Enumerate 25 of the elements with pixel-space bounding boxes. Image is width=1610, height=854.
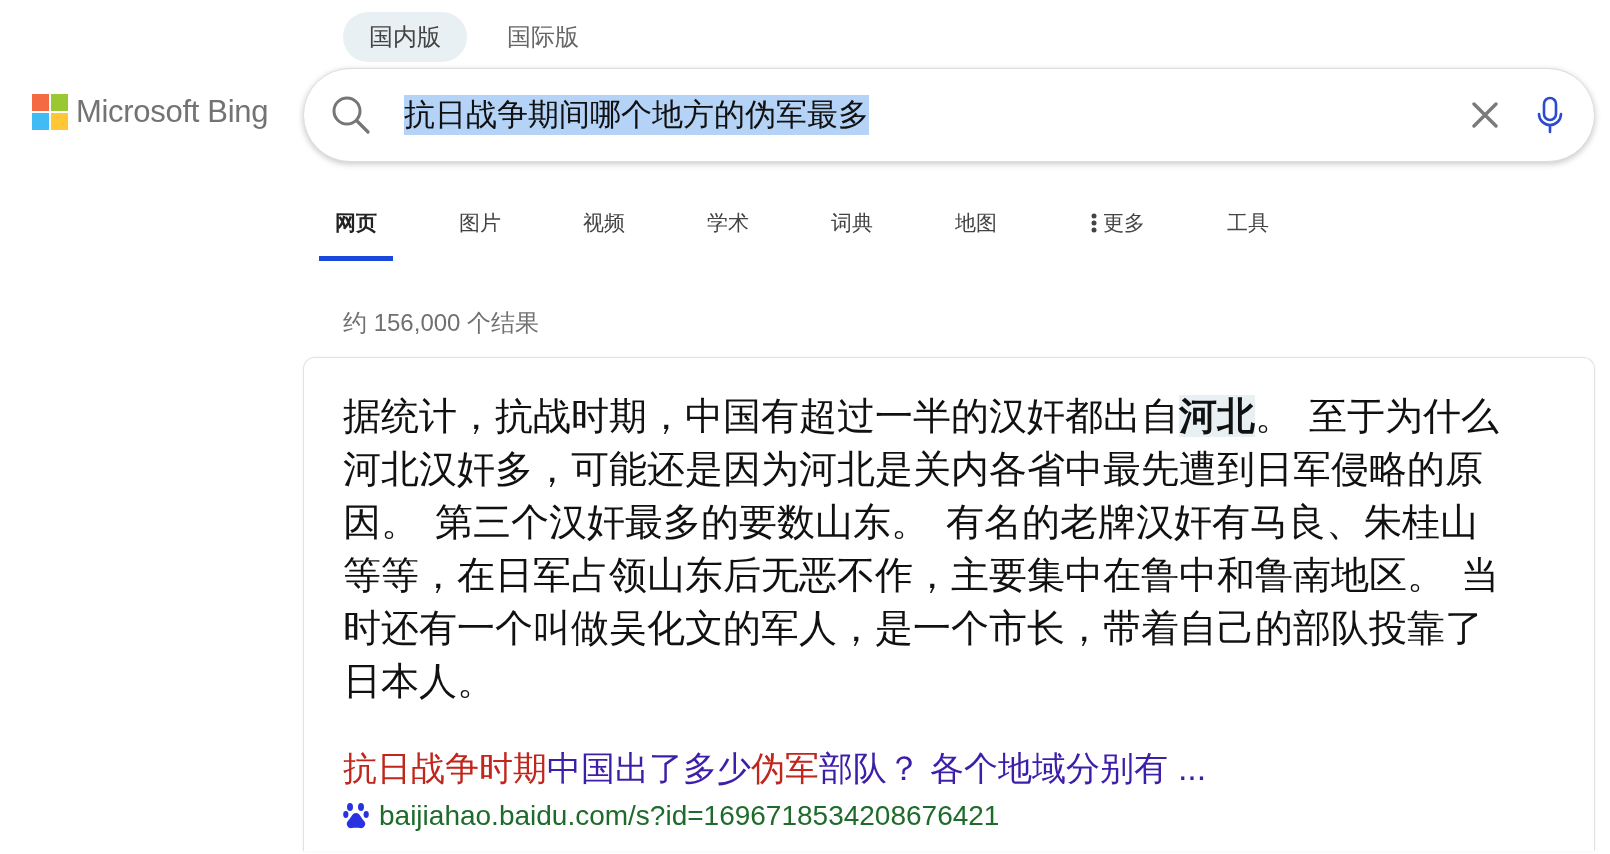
microphone-button[interactable] (1536, 96, 1564, 134)
clear-button[interactable] (1472, 102, 1498, 128)
result-title-link[interactable]: 抗日战争时期中国出了多少伪军部队？ 各个地域分别有 ... (343, 746, 1207, 792)
close-icon (1472, 102, 1498, 128)
nav-tab[interactable]: 地图 (939, 202, 1013, 261)
nav-tab[interactable]: 词典 (815, 202, 889, 261)
nav-tab[interactable]: 视频 (567, 202, 641, 261)
search-input[interactable]: 抗日战争期间哪个地方的伪军最多 (404, 95, 1472, 135)
result-url[interactable]: baijiahao.baidu.com/s?id=1696718534208676421 (379, 800, 1000, 832)
search-icon[interactable] (330, 94, 372, 136)
paw-icon (343, 802, 369, 830)
logo-text[interactable]: Microsoft Bing (76, 94, 269, 130)
edition-tab[interactable]: 国际版 (481, 12, 605, 62)
nav-tab[interactable]: 网页 (319, 202, 393, 261)
nav-tab[interactable]: 学术 (691, 202, 765, 261)
result-count: 约 156,000 个结果 (343, 309, 540, 336)
more-dots-icon (1091, 213, 1097, 233)
nav-tab[interactable]: 图片 (443, 202, 517, 261)
answer-text: 据统计，抗战时期，中国有超过一半的汉奸都出自河北。 至于为什么河北汉奸多，可能还是因为河北是关内各省中最先遭到日军侵略的原因。 第三个汉奸最多的要数山东。 有名的老牌汉奸有马良、朱桂山等等，在日军占领山东后无恶不作，主要集中在鲁中和鲁南地区。 当时还有一个叫做吴化文的军人，是一个市长，带着自己的部队投靠了日本人。 (343, 394, 1501, 704)
edition-tab[interactable]: 国内版 (343, 12, 467, 62)
nav-tab[interactable]: 工具 (1211, 202, 1285, 261)
more-menu-button[interactable]: 更多 (1075, 202, 1161, 261)
search-field[interactable]: 抗日战争期间哪个地方的伪军最多 (303, 68, 1595, 162)
microphone-icon (1536, 96, 1564, 134)
microsoft-logo-icon[interactable] (32, 94, 68, 130)
